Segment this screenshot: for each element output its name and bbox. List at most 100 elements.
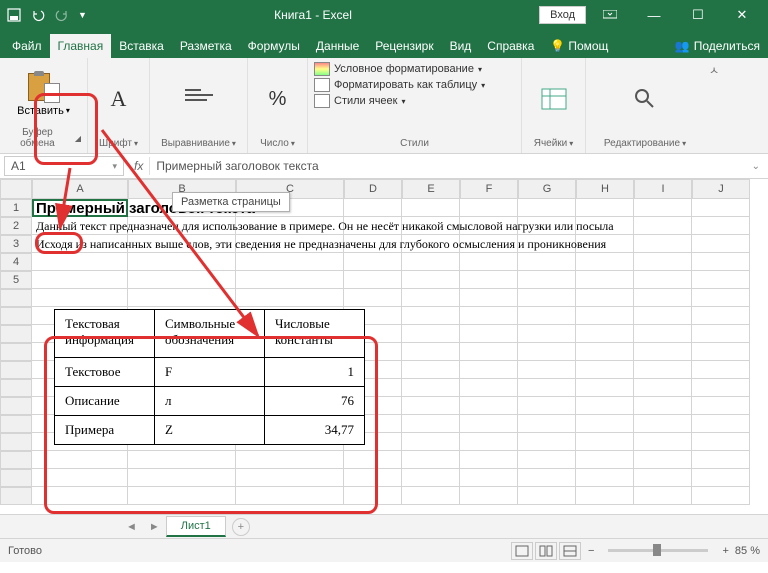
clipboard-launcher-icon[interactable]: ◢ <box>75 134 81 143</box>
cell[interactable] <box>518 199 576 217</box>
cell[interactable] <box>460 289 518 307</box>
cell[interactable] <box>344 253 402 271</box>
ribbon-collapse-icon[interactable]: ㅅ <box>704 58 724 153</box>
row-header[interactable] <box>0 397 32 415</box>
cell[interactable] <box>344 451 402 469</box>
cell[interactable] <box>518 289 576 307</box>
cell[interactable] <box>692 397 750 415</box>
cell[interactable] <box>692 289 750 307</box>
row-header[interactable] <box>0 361 32 379</box>
cell[interactable] <box>402 271 460 289</box>
cell[interactable] <box>518 343 576 361</box>
cell[interactable] <box>518 433 576 451</box>
cell[interactable] <box>692 253 750 271</box>
cell[interactable] <box>402 469 460 487</box>
cell[interactable] <box>32 451 128 469</box>
cell[interactable] <box>634 307 692 325</box>
row-header[interactable] <box>0 433 32 451</box>
cell[interactable] <box>460 379 518 397</box>
cell[interactable] <box>692 343 750 361</box>
cell[interactable] <box>634 253 692 271</box>
cell[interactable] <box>460 307 518 325</box>
cell[interactable] <box>402 433 460 451</box>
cell[interactable] <box>692 271 750 289</box>
cell[interactable] <box>460 451 518 469</box>
cell[interactable] <box>692 325 750 343</box>
group-font-label[interactable]: Шрифт <box>99 138 132 149</box>
tab-layout[interactable]: Разметка <box>172 34 240 58</box>
cell[interactable] <box>460 415 518 433</box>
conditional-formatting-button[interactable]: Условное форматирование▾ <box>314 62 515 76</box>
cell[interactable] <box>402 253 460 271</box>
group-cells-label[interactable]: Ячейки <box>534 138 568 149</box>
cell[interactable] <box>344 469 402 487</box>
cell[interactable] <box>692 307 750 325</box>
cell[interactable] <box>128 469 236 487</box>
cell[interactable] <box>344 289 402 307</box>
cell[interactable] <box>236 451 344 469</box>
cell[interactable] <box>576 397 634 415</box>
cell[interactable] <box>692 451 750 469</box>
row-header[interactable] <box>0 379 32 397</box>
redo-icon[interactable] <box>54 7 70 23</box>
cell[interactable] <box>576 415 634 433</box>
zoom-level[interactable]: 85 % <box>735 545 760 557</box>
column-header[interactable]: D <box>344 179 402 199</box>
group-alignment-label[interactable]: Выравнивание <box>161 138 230 149</box>
column-header[interactable]: I <box>634 179 692 199</box>
cell[interactable] <box>402 361 460 379</box>
cell[interactable] <box>460 487 518 505</box>
column-header[interactable]: A <box>32 179 128 199</box>
tab-view[interactable]: Вид <box>442 34 480 58</box>
cell[interactable] <box>634 325 692 343</box>
cell[interactable] <box>634 451 692 469</box>
tab-review[interactable]: Рецензирк <box>367 34 441 58</box>
cell[interactable] <box>128 271 236 289</box>
cell[interactable] <box>576 487 634 505</box>
cell[interactable] <box>692 235 750 253</box>
cell[interactable] <box>634 199 692 217</box>
cell[interactable] <box>460 325 518 343</box>
cell[interactable] <box>634 235 692 253</box>
zoom-slider[interactable] <box>608 549 708 552</box>
cell[interactable] <box>402 451 460 469</box>
cell[interactable] <box>634 361 692 379</box>
row-header[interactable]: 5 <box>0 271 32 289</box>
cell[interactable] <box>634 217 692 235</box>
minimize-icon[interactable]: — <box>634 3 674 27</box>
tab-insert[interactable]: Вставка <box>111 34 172 58</box>
save-icon[interactable] <box>6 7 22 23</box>
cell[interactable] <box>344 271 402 289</box>
maximize-icon[interactable]: ☐ <box>678 3 718 27</box>
row-header[interactable] <box>0 307 32 325</box>
cell[interactable] <box>576 469 634 487</box>
cell[interactable] <box>402 397 460 415</box>
row-header[interactable] <box>0 325 32 343</box>
cell[interactable] <box>402 325 460 343</box>
paste-button[interactable]: Вставить▾ <box>10 66 77 122</box>
cell[interactable] <box>344 487 402 505</box>
cell[interactable] <box>460 397 518 415</box>
cell[interactable] <box>576 379 634 397</box>
close-icon[interactable]: ✕ <box>722 3 762 27</box>
cell[interactable] <box>576 289 634 307</box>
column-header[interactable]: G <box>518 179 576 199</box>
cell[interactable] <box>518 253 576 271</box>
cell[interactable] <box>236 487 344 505</box>
column-header[interactable]: F <box>460 179 518 199</box>
cell[interactable] <box>128 487 236 505</box>
column-header[interactable]: H <box>576 179 634 199</box>
cell[interactable] <box>634 487 692 505</box>
cell[interactable] <box>634 415 692 433</box>
cell[interactable] <box>518 451 576 469</box>
cell[interactable] <box>634 379 692 397</box>
qat-dropdown-icon[interactable]: ▼ <box>78 10 87 20</box>
view-pagebreak-icon[interactable] <box>559 542 581 560</box>
group-number-label[interactable]: Число <box>260 138 289 149</box>
cell[interactable] <box>236 289 344 307</box>
column-header[interactable]: J <box>692 179 750 199</box>
tab-formulas[interactable]: Формулы <box>240 34 308 58</box>
formula-input[interactable]: Примерный заголовок текста <box>149 157 743 175</box>
undo-icon[interactable] <box>30 7 46 23</box>
tab-home[interactable]: Главная <box>50 34 112 58</box>
